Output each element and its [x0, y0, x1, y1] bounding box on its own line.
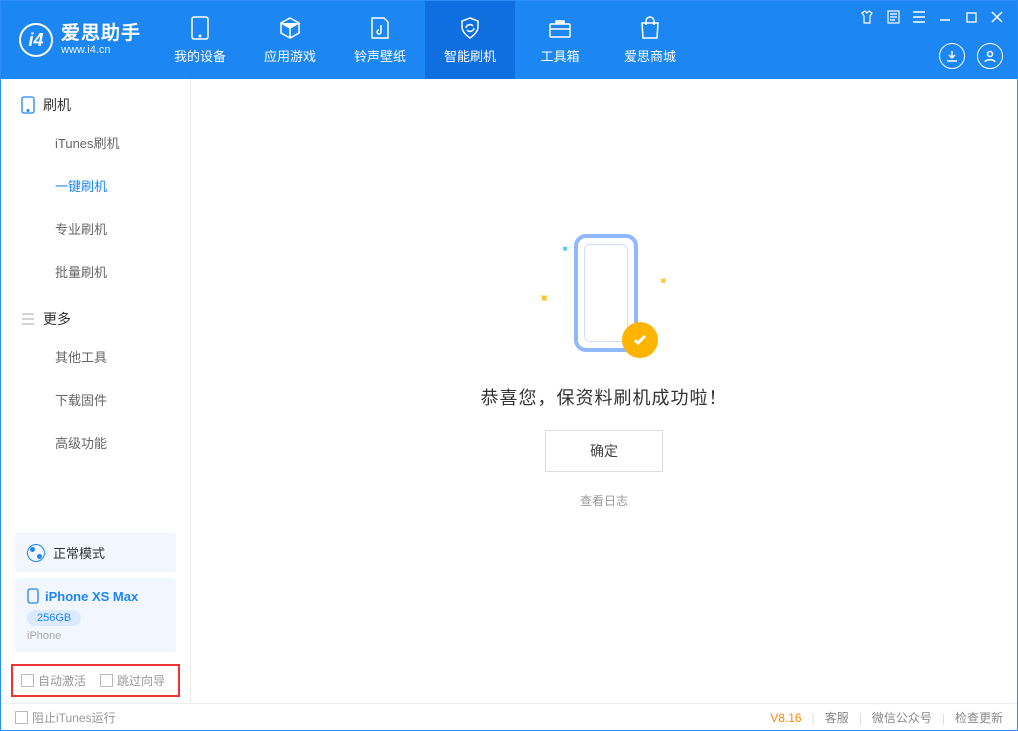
sidebar-item-batch-flash[interactable]: 批量刷机 — [1, 250, 190, 293]
logo-icon: i4 — [19, 23, 53, 57]
sidebar-item-one-click-flash[interactable]: 一键刷机 — [1, 164, 190, 207]
top-nav: 我的设备 应用游戏 铃声壁纸 智能刷机 工具箱 — [155, 1, 695, 79]
success-message: 恭喜您，保资料刷机成功啦！ — [481, 384, 728, 410]
nav-label: 应用游戏 — [264, 46, 316, 65]
nav-store[interactable]: 爱思商城 — [605, 1, 695, 79]
close-button[interactable] — [989, 9, 1005, 25]
checkbox-auto-activate[interactable]: 自动激活 — [21, 672, 86, 689]
window-controls — [859, 9, 1005, 25]
brand-name: 爱思助手 — [61, 24, 141, 45]
brand-url: www.i4.cn — [61, 44, 141, 56]
nav-my-device[interactable]: 我的设备 — [155, 1, 245, 79]
nav-apps-games[interactable]: 应用游戏 — [245, 1, 335, 79]
device-icon — [188, 16, 212, 40]
bag-icon — [638, 16, 662, 40]
version-label: V8.16 — [770, 711, 801, 725]
main-content: ✦ ✦ ✦ 恭喜您，保资料刷机成功啦！ 确定 查看日志 — [191, 79, 1017, 703]
app-header: i4 爱思助手 www.i4.cn 我的设备 应用游戏 铃声壁纸 — [1, 1, 1017, 79]
nav-label: 我的设备 — [174, 46, 226, 65]
phone-icon — [27, 588, 39, 604]
checkbox-block-itunes[interactable]: 阻止iTunes运行 — [15, 709, 116, 726]
nav-label: 铃声壁纸 — [354, 46, 406, 65]
toolbox-icon — [548, 16, 572, 40]
check-update-link[interactable]: 检查更新 — [955, 709, 1003, 726]
nav-ringtones[interactable]: 铃声壁纸 — [335, 1, 425, 79]
mode-label: 正常模式 — [53, 543, 105, 562]
sidebar: 刷机 iTunes刷机 一键刷机 专业刷机 批量刷机 更多 其他工具 下载固件 … — [1, 79, 191, 703]
sidebar-group-more: 更多 — [1, 293, 190, 335]
sidebar-group-label: 更多 — [43, 309, 71, 329]
download-button[interactable] — [939, 43, 965, 69]
note-icon[interactable] — [885, 9, 901, 25]
nav-label: 工具箱 — [541, 46, 580, 65]
menu-icon[interactable] — [911, 9, 927, 25]
nav-label: 爱思商城 — [624, 46, 676, 65]
device-card[interactable]: iPhone XS Max 256GB iPhone — [15, 578, 176, 652]
cube-icon — [278, 16, 302, 40]
list-icon — [21, 313, 35, 325]
shirt-icon[interactable] — [859, 9, 875, 25]
success-illustration: ✦ ✦ ✦ — [544, 234, 664, 364]
logo: i4 爱思助手 www.i4.cn — [1, 1, 155, 79]
phone-icon — [21, 96, 35, 114]
sidebar-group-flash: 刷机 — [1, 79, 190, 121]
view-log-link[interactable]: 查看日志 — [580, 492, 628, 509]
status-bar: 阻止iTunes运行 V8.16 | 客服 | 微信公众号 | 检查更新 — [1, 703, 1017, 731]
maximize-button[interactable] — [963, 9, 979, 25]
sidebar-item-other-tools[interactable]: 其他工具 — [1, 335, 190, 378]
options-row: 自动激活 跳过向导 — [11, 664, 180, 697]
minimize-button[interactable] — [937, 9, 953, 25]
user-button[interactable] — [977, 43, 1003, 69]
sidebar-item-itunes-flash[interactable]: iTunes刷机 — [1, 121, 190, 164]
sidebar-item-pro-flash[interactable]: 专业刷机 — [1, 207, 190, 250]
check-badge-icon — [622, 322, 658, 358]
ok-button[interactable]: 确定 — [545, 430, 663, 472]
nav-flash[interactable]: 智能刷机 — [425, 1, 515, 79]
nav-label: 智能刷机 — [444, 46, 496, 65]
wechat-link[interactable]: 微信公众号 — [872, 709, 932, 726]
mode-icon — [27, 544, 45, 562]
sidebar-group-label: 刷机 — [43, 95, 71, 115]
mode-indicator[interactable]: 正常模式 — [15, 533, 176, 572]
checkbox-skip-guide[interactable]: 跳过向导 — [100, 672, 165, 689]
support-link[interactable]: 客服 — [825, 709, 849, 726]
device-storage-badge: 256GB — [27, 610, 81, 626]
sidebar-item-advanced[interactable]: 高级功能 — [1, 421, 190, 464]
sidebar-item-download-firmware[interactable]: 下载固件 — [1, 378, 190, 421]
device-name: iPhone XS Max — [45, 589, 138, 604]
music-file-icon — [368, 16, 392, 40]
shield-sync-icon — [458, 16, 482, 40]
device-type: iPhone — [27, 630, 164, 642]
nav-toolbox[interactable]: 工具箱 — [515, 1, 605, 79]
